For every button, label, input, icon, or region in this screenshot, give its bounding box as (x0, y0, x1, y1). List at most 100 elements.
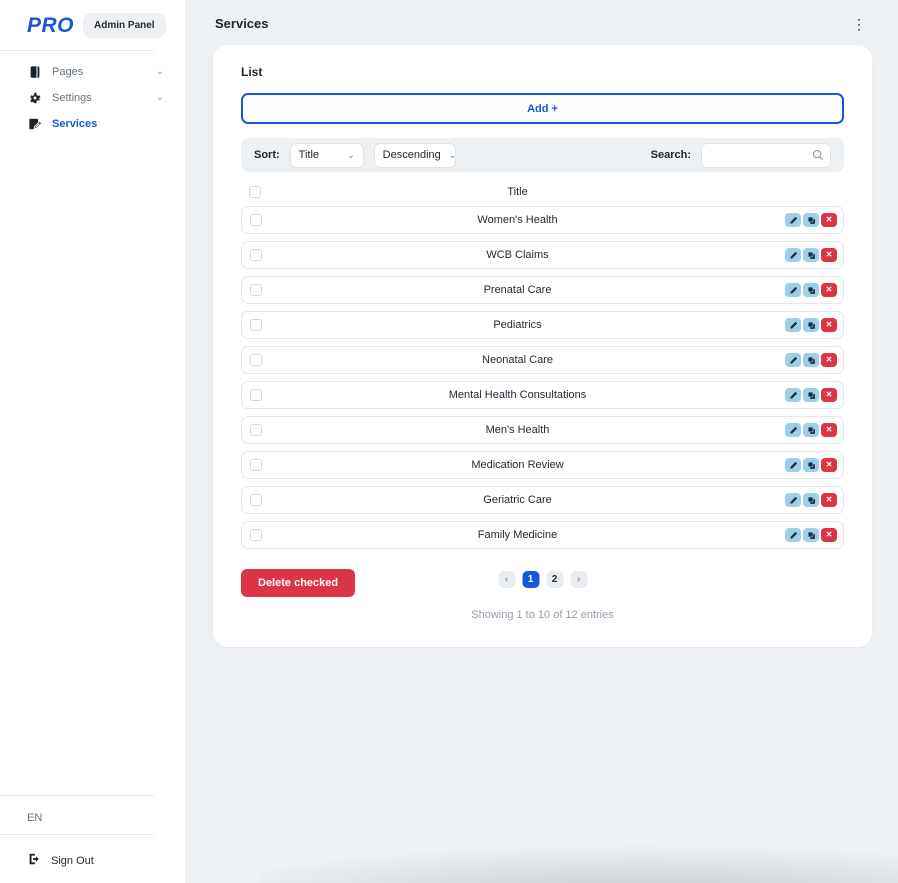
edit-button[interactable] (785, 248, 801, 262)
edit-button[interactable] (785, 388, 801, 402)
row-checkbox[interactable] (250, 529, 262, 541)
copy-button[interactable] (803, 353, 819, 367)
sidebar-bottom: EN Sign Out (0, 783, 178, 883)
edit-button[interactable] (785, 213, 801, 227)
copy-icon (807, 391, 815, 399)
sidebar-item-label: Services (52, 118, 98, 130)
pencil-icon (789, 286, 797, 294)
row-checkbox[interactable] (250, 354, 262, 366)
pencil-icon (789, 356, 797, 364)
sort-label: Sort: (254, 149, 280, 161)
delete-row-button[interactable]: ✕ (821, 423, 837, 437)
row-checkbox[interactable] (250, 494, 262, 506)
pencil-icon (789, 461, 797, 469)
edit-button[interactable] (785, 283, 801, 297)
copy-icon (807, 251, 815, 259)
edit-button[interactable] (785, 528, 801, 542)
copy-button[interactable] (803, 388, 819, 402)
pagination-prev-button[interactable]: ‹ (498, 571, 515, 588)
sidebar-item-pages[interactable]: Pages ⌄ (0, 59, 178, 85)
entries-summary: Showing 1 to 10 of 12 entries (471, 609, 614, 621)
row-checkbox[interactable] (250, 319, 262, 331)
row-title: Prenatal Care (483, 284, 552, 296)
sign-out-icon (27, 852, 41, 869)
row-checkbox[interactable] (250, 249, 262, 261)
edit-button[interactable] (785, 423, 801, 437)
card-title: List (241, 65, 263, 79)
edit-button[interactable] (785, 458, 801, 472)
copy-icon (807, 286, 815, 294)
row-checkbox[interactable] (250, 214, 262, 226)
column-header-title: Title (507, 186, 528, 198)
edit-button[interactable] (785, 353, 801, 367)
pencil-icon (789, 496, 797, 504)
card-footer: Delete checked ‹ 1 2 › (241, 569, 844, 597)
delete-row-button[interactable]: ✕ (821, 248, 837, 262)
table-row: Prenatal Care ✕ (241, 276, 844, 304)
row-actions: ✕ (759, 353, 837, 367)
copy-button[interactable] (803, 423, 819, 437)
chevron-down-icon: ⌄ (448, 149, 457, 160)
table-row: Neonatal Care ✕ (241, 346, 844, 374)
row-actions: ✕ (759, 248, 837, 262)
brand-logo: PRO (27, 13, 75, 37)
copy-button[interactable] (803, 318, 819, 332)
book-icon (28, 65, 42, 79)
copy-icon (807, 426, 815, 434)
row-actions: ✕ (759, 423, 837, 437)
pagination-next-button[interactable]: › (570, 571, 587, 588)
table-row: Women's Health ✕ (241, 206, 844, 234)
edit-button[interactable] (785, 318, 801, 332)
select-all-checkbox[interactable] (249, 186, 261, 198)
copy-button[interactable] (803, 458, 819, 472)
search-icon (811, 148, 825, 162)
row-actions: ✕ (759, 458, 837, 472)
copy-button[interactable] (803, 283, 819, 297)
row-title: Women's Health (477, 214, 558, 226)
row-checkbox[interactable] (250, 284, 262, 296)
copy-button[interactable] (803, 528, 819, 542)
copy-button[interactable] (803, 493, 819, 507)
delete-checked-button[interactable]: Delete checked (241, 569, 356, 597)
row-checkbox[interactable] (250, 459, 262, 471)
sort-field-select[interactable]: Title ⌄ (289, 142, 364, 168)
copy-button[interactable] (803, 248, 819, 262)
kebab-menu-icon[interactable]: ⋮ (850, 17, 868, 31)
pagination: ‹ 1 2 › (498, 571, 587, 588)
copy-icon (807, 496, 815, 504)
chevron-down-icon: ⌄ (347, 149, 355, 160)
sign-out-button[interactable]: Sign Out (0, 843, 178, 883)
delete-row-button[interactable]: ✕ (821, 528, 837, 542)
add-button[interactable]: Add + (241, 93, 844, 124)
row-title: Mental Health Consultations (448, 389, 587, 401)
delete-row-button[interactable]: ✕ (821, 493, 837, 507)
table-row: Geriatric Care ✕ (241, 486, 844, 514)
language-switcher[interactable]: EN (0, 804, 178, 832)
delete-row-button[interactable]: ✕ (821, 283, 837, 297)
edit-button[interactable] (785, 493, 801, 507)
pencil-icon (789, 531, 797, 539)
divider (0, 795, 154, 796)
delete-row-button[interactable]: ✕ (821, 318, 837, 332)
pagination-page-1[interactable]: 1 (522, 571, 539, 588)
delete-row-button[interactable]: ✕ (821, 353, 837, 367)
sidebar-nav: Pages ⌄ Settings ⌄ Services (0, 59, 178, 137)
copy-icon (807, 216, 815, 224)
copy-button[interactable] (803, 213, 819, 227)
table-body: Women's Health ✕ WCB Claims ✕ Prenatal C… (241, 206, 844, 549)
delete-row-button[interactable]: ✕ (821, 213, 837, 227)
row-checkbox[interactable] (250, 389, 262, 401)
app-root: PRO Admin Panel Pages ⌄ Settings ⌄ Servi… (0, 0, 898, 883)
row-actions: ✕ (759, 493, 837, 507)
delete-row-button[interactable]: ✕ (821, 458, 837, 472)
delete-row-button[interactable]: ✕ (821, 388, 837, 402)
sidebar-item-label: Pages (52, 66, 84, 78)
sort-direction-select[interactable]: Descending ⌄ (373, 142, 457, 168)
sidebar-item-services[interactable]: Services (0, 111, 178, 137)
sidebar-item-settings[interactable]: Settings ⌄ (0, 85, 178, 111)
copy-icon (807, 321, 815, 329)
pagination-page-2[interactable]: 2 (546, 571, 563, 588)
row-checkbox[interactable] (250, 424, 262, 436)
row-title: WCB Claims (486, 249, 549, 261)
table-row: Medication Review ✕ (241, 451, 844, 479)
